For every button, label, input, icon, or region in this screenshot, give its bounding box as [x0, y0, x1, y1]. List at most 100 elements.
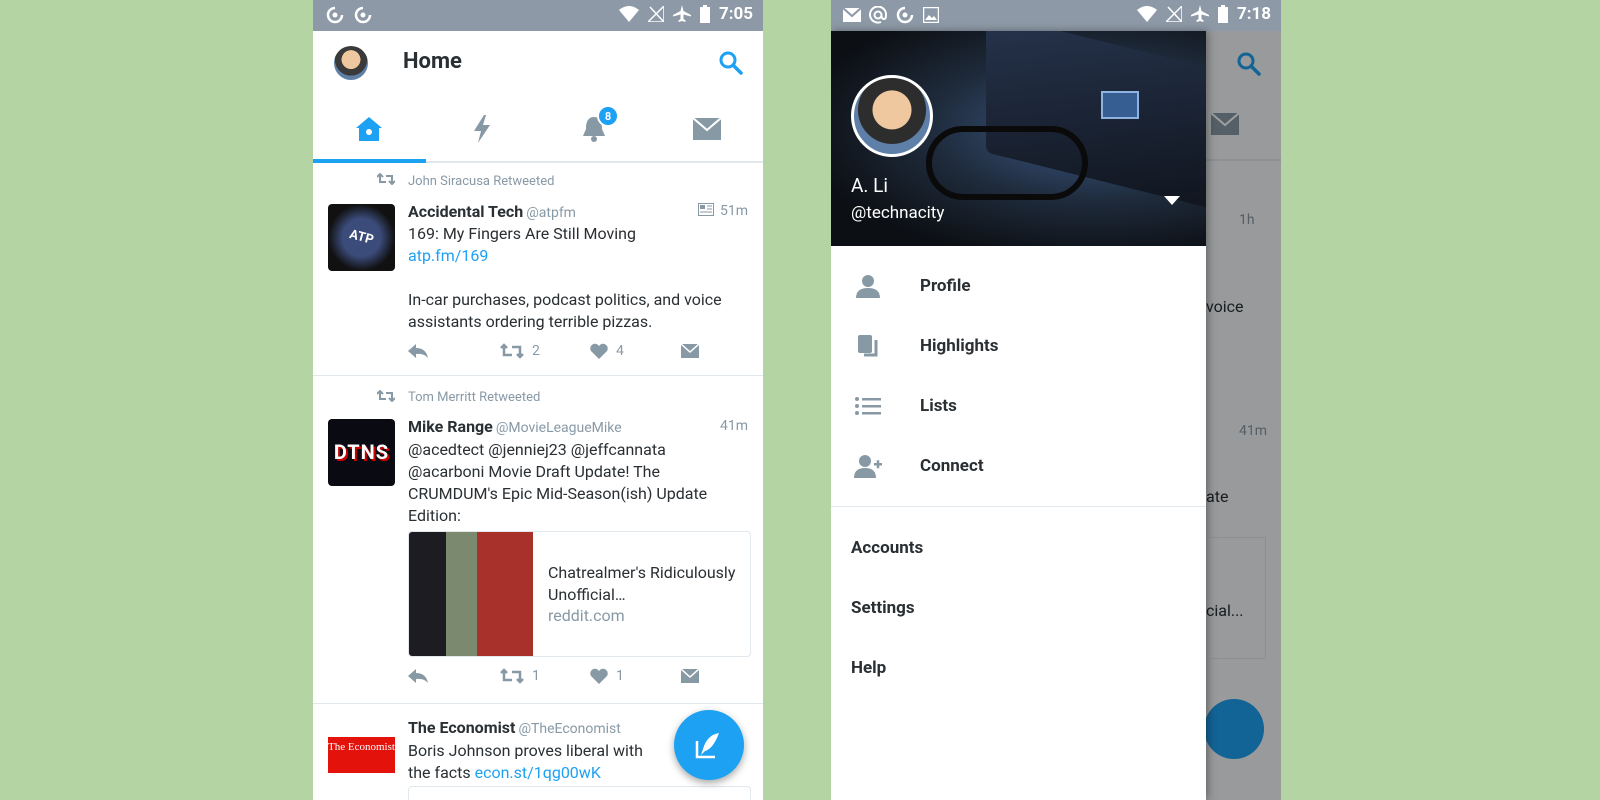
person-icon [853, 271, 883, 301]
menu-item-label: Profile [920, 276, 971, 296]
reply-button[interactable] [408, 344, 500, 358]
tweet-avatar[interactable]: ATP [328, 204, 395, 271]
retweet-icon [377, 173, 395, 185]
retweet-icon [377, 390, 395, 402]
tab-bar: 8 [313, 97, 763, 163]
tab-messages[interactable] [651, 97, 764, 161]
drawer-avatar[interactable] [851, 75, 933, 157]
menu-item-label: Highlights [920, 336, 999, 356]
like-button[interactable]: 1 [590, 668, 681, 684]
menu-item-settings[interactable]: Settings [851, 598, 915, 618]
reply-icon [408, 669, 428, 683]
compose-tweet-button[interactable] [674, 710, 744, 780]
search-icon[interactable] [717, 49, 745, 77]
author-handle[interactable]: @MovieLeagueMike [496, 420, 622, 436]
tweet-text: 169: My Fingers Are Still Moving atp.fm/… [408, 223, 743, 333]
lightning-icon [473, 115, 490, 143]
tweet[interactable]: Tom Merritt Retweeted DTNS Mike Range @Mo… [313, 376, 763, 704]
author-name[interactable]: The Economist [408, 718, 515, 737]
menu-item-lists[interactable]: Lists [831, 376, 1206, 436]
article-icon [697, 203, 714, 216]
tab-notifications[interactable]: 8 [538, 97, 651, 161]
tweet-avatar[interactable]: The Economist [328, 737, 395, 773]
retweet-icon [500, 668, 524, 684]
drawer-header: A. Li @technacity [831, 31, 1206, 246]
account-handle: @technacity [851, 203, 945, 223]
tweet-header: Mike Range @MovieLeagueMike 41m [408, 417, 748, 436]
navigation-drawer: A. Li @technacity Profile Highlights Lis… [831, 31, 1206, 800]
no-signal-icon [1165, 6, 1182, 22]
heart-icon [590, 343, 608, 359]
avatar-logo-text: ATP [347, 227, 376, 248]
status-bar: 7:05 [313, 0, 763, 31]
link-card[interactable]: Chatrealmer's Ridiculously Unofficial… r… [408, 531, 751, 657]
at-sign-icon [869, 6, 887, 24]
list-icon [853, 391, 883, 421]
account-switcher-caret-icon[interactable] [1164, 196, 1180, 205]
tab-moments[interactable] [426, 97, 539, 161]
no-signal-icon [647, 6, 664, 22]
envelope-icon [681, 669, 699, 683]
sync-icon [326, 6, 344, 24]
author-name[interactable]: Mike Range [408, 417, 493, 436]
card-domain: reddit.com [548, 606, 625, 625]
menu-item-label: Connect [920, 456, 984, 476]
menu-item-help[interactable]: Help [851, 658, 886, 678]
sync-icon [354, 6, 372, 24]
clock: 7:18 [1236, 4, 1271, 24]
clock: 7:05 [718, 4, 753, 24]
menu-item-label: Lists [920, 396, 957, 416]
tweet-link[interactable]: econ.st/1qg00wK [475, 763, 601, 782]
heart-icon [590, 668, 608, 684]
add-person-icon [853, 451, 883, 481]
tweet-actions: 2 4 [408, 343, 699, 359]
retweet-context[interactable]: Tom Merritt Retweeted [408, 390, 540, 405]
highlights-icon [853, 331, 883, 361]
drawer-divider [831, 506, 1206, 507]
wifi-icon [1136, 6, 1157, 22]
retweet-button[interactable]: 2 [500, 343, 590, 359]
profile-avatar[interactable] [334, 46, 368, 80]
reply-button[interactable] [408, 669, 500, 683]
envelope-icon [692, 118, 721, 140]
author-name[interactable]: Accidental Tech [408, 202, 523, 221]
tweet-link[interactable]: atp.fm/169 [408, 245, 743, 267]
tab-home[interactable] [313, 97, 426, 163]
menu-item-accounts[interactable]: Accounts [851, 538, 923, 558]
battery-icon [1217, 5, 1228, 23]
menu-item-profile[interactable]: Profile [831, 256, 1206, 316]
tweet-actions: 1 1 [408, 668, 699, 684]
page-title: Home [403, 49, 462, 74]
envelope-icon [681, 344, 699, 358]
airplane-icon [1190, 5, 1209, 22]
tweet-media-preview[interactable] [408, 786, 751, 800]
tweet-text-line: 169: My Fingers Are Still Moving [408, 224, 636, 243]
like-button[interactable]: 4 [590, 343, 681, 359]
tweet-avatar[interactable]: DTNS [328, 419, 395, 486]
retweet-count: 2 [532, 343, 540, 359]
direct-message-button[interactable] [681, 669, 699, 683]
account-name: A. Li [851, 174, 888, 197]
retweet-button[interactable]: 1 [500, 668, 590, 684]
tweet-time: 41m [719, 418, 748, 434]
tweet-text-line: In-car purchases, podcast politics, and … [408, 290, 722, 331]
airplane-icon [672, 5, 691, 22]
sync-icon [896, 6, 914, 24]
retweet-context[interactable]: John Siracusa Retweeted [408, 174, 554, 189]
direct-message-button[interactable] [681, 344, 699, 358]
gmail-icon [843, 8, 861, 22]
navigation-drawer-screen: 7:18 1h voice 41m ate cial... A. Li @tec… [831, 0, 1281, 800]
author-handle[interactable]: @TheEconomist [518, 721, 620, 737]
tweet-time: 51m [697, 203, 748, 219]
home-screen: 7:05 Home 8 John Siracusa Retweeted ATP … [313, 0, 763, 800]
tweet-time-text: 51m [719, 203, 748, 219]
reply-icon [408, 344, 428, 358]
retweet-icon [500, 343, 524, 359]
compose-quill-icon [695, 733, 719, 759]
avatar-logo-text: The Economist [328, 741, 395, 753]
menu-item-connect[interactable]: Connect [831, 436, 1206, 496]
menu-item-highlights[interactable]: Highlights [831, 316, 1206, 376]
tweet[interactable]: John Siracusa Retweeted ATP Accidental T… [313, 163, 763, 376]
author-handle[interactable]: @atpfm [526, 205, 576, 221]
card-title: Chatrealmer's Ridiculously Unofficial… [548, 563, 736, 604]
